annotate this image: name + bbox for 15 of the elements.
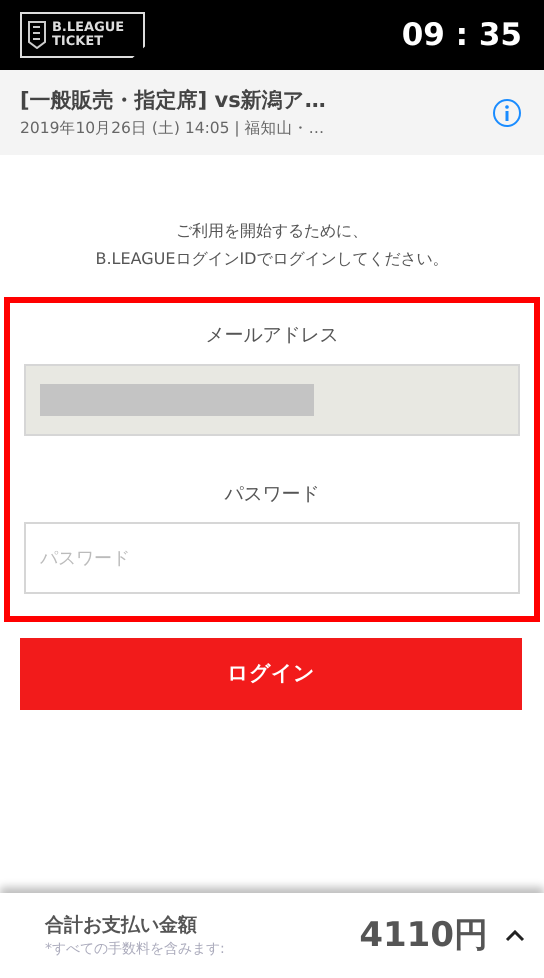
email-field[interactable] [24, 364, 520, 436]
field-label: パスワード [224, 482, 320, 506]
shield-icon [28, 21, 46, 49]
fee-note: *すべての手数料を含みます: [45, 940, 225, 960]
event-subtitle: 2019年10月26日 (土) 14:05 | 福知山・… [20, 118, 326, 139]
clock-time: 09 : 35 [402, 16, 522, 55]
total-label: 合計お支払い金額 [45, 912, 198, 938]
field-label: メールアドレス [204, 323, 340, 348]
password-field[interactable]: パスワード [24, 522, 520, 594]
logo-text: B.LEAGUE TICKET [52, 21, 124, 49]
info-icon[interactable] [492, 98, 522, 128]
event-title: [一般販売・指定席] vs新潟ア… [20, 87, 326, 114]
intro-text: ご利用を開始するために、 B.LEAGUEログインIDでログインしてください。 [94, 220, 450, 270]
login-button[interactable]: ログイン [20, 638, 522, 710]
total-amount: 4110円 [359, 914, 488, 957]
